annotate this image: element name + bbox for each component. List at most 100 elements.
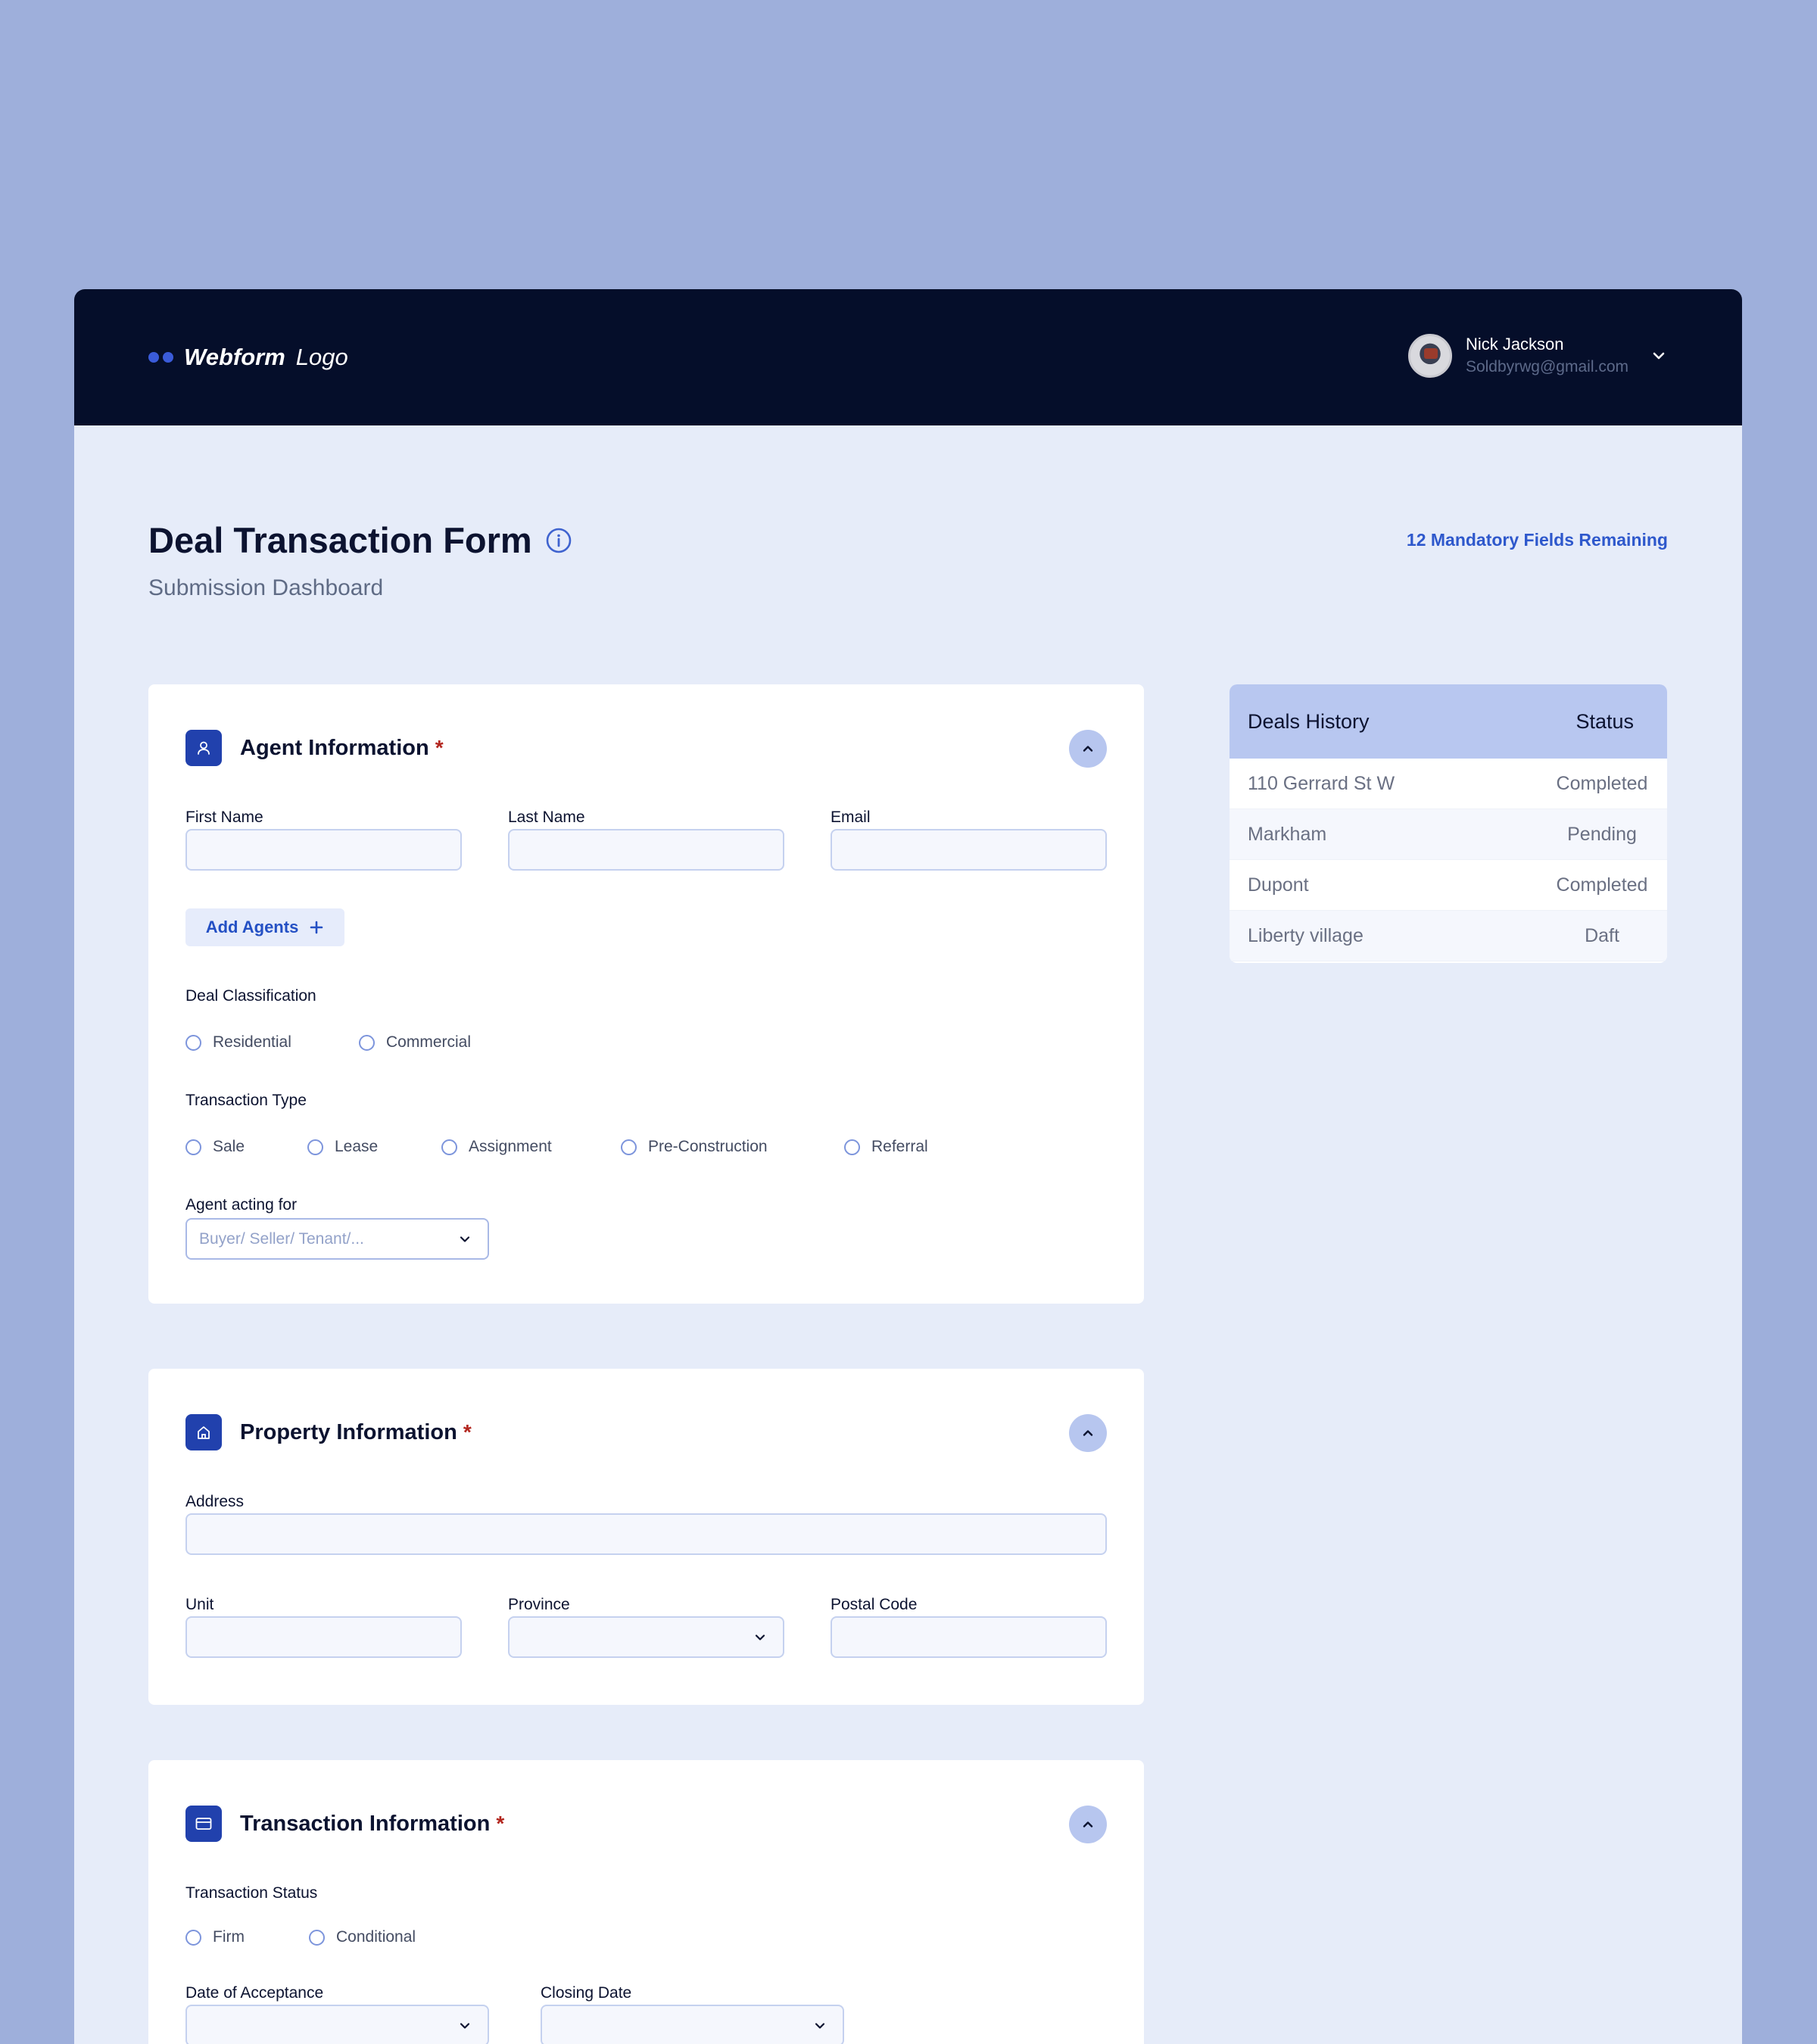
deals-history-table: Deals History Status 110 Gerrard St W Co…: [1230, 684, 1667, 963]
radio-circle[interactable]: [185, 1034, 201, 1051]
collapse-property-button[interactable]: [1069, 1414, 1107, 1452]
page-title: Deal Transaction Form: [148, 520, 532, 560]
radio-residential[interactable]: Residential: [185, 1033, 359, 1052]
deal-cell: Liberty village: [1248, 924, 1364, 946]
table-row[interactable]: Liberty village Daft: [1230, 911, 1667, 961]
status-cell: Completed: [1556, 772, 1648, 794]
property-information-card: Property Information * Address Unit Prov…: [148, 1369, 1144, 1705]
logo-text-bold: Webform: [184, 344, 285, 370]
app-window: Webform Logo Nick Jackson Soldbyrwg@gmai…: [74, 289, 1742, 2044]
radio-pre-construction[interactable]: Pre-Construction: [621, 1138, 844, 1156]
radio-referral[interactable]: Referral: [844, 1138, 928, 1156]
property-section-header: Property Information *: [185, 1414, 472, 1450]
status-cell: Pending: [1567, 823, 1637, 845]
transaction-type-group: Sale Lease Assignment Pre-Construction R…: [185, 1138, 928, 1156]
credit-card-icon: [185, 1806, 222, 1842]
select-placeholder: Buyer/ Seller/ Tenant/...: [199, 1230, 364, 1248]
top-bar: Webform Logo Nick Jackson Soldbyrwg@gmai…: [74, 289, 1742, 425]
transaction-status-group: Firm Conditional: [185, 1928, 416, 1946]
table-row[interactable]: Markham Pending: [1230, 809, 1667, 860]
closing-date-select[interactable]: [541, 2005, 844, 2044]
postal-code-input[interactable]: [831, 1616, 1107, 1658]
transaction-section-title: Transaction Information: [240, 1811, 491, 1836]
last-name-label: Last Name: [508, 809, 585, 826]
chevron-up-icon: [1083, 746, 1093, 752]
radio-lease[interactable]: Lease: [307, 1138, 441, 1156]
agent-acting-for-select[interactable]: Buyer/ Seller/ Tenant/...: [185, 1218, 489, 1260]
avatar[interactable]: [1407, 334, 1452, 378]
add-agents-label: Add Agents: [205, 918, 299, 936]
agent-section-header: Agent Information *: [185, 730, 444, 766]
collapse-transaction-button[interactable]: [1069, 1806, 1107, 1843]
plus-icon: [310, 921, 323, 934]
unit-input[interactable]: [185, 1616, 462, 1658]
email-label: Email: [831, 809, 871, 826]
radio-circle[interactable]: [844, 1139, 860, 1155]
radio-circle[interactable]: [185, 1139, 201, 1155]
home-icon: [185, 1414, 222, 1450]
transaction-type-label: Transaction Type: [185, 1092, 307, 1109]
address-input[interactable]: [185, 1513, 1107, 1555]
radio-circle[interactable]: [621, 1139, 637, 1155]
transaction-section-header: Transaction Information *: [185, 1806, 504, 1842]
transaction-status-label: Transaction Status: [185, 1884, 318, 1902]
table-row[interactable]: Dupont Completed: [1230, 860, 1667, 911]
transaction-information-card: Transaction Information * Transaction St…: [148, 1760, 1144, 2044]
chevron-down-icon[interactable]: [1650, 347, 1668, 365]
collapse-agent-button[interactable]: [1069, 730, 1107, 768]
agent-information-card: Agent Information * First Name Last Name…: [148, 684, 1144, 1304]
date-of-acceptance-select[interactable]: [185, 2005, 489, 2044]
last-name-input[interactable]: [508, 829, 784, 871]
chevron-up-icon: [1083, 1821, 1093, 1827]
chevron-down-icon: [460, 1236, 470, 1242]
postal-code-label: Postal Code: [831, 1596, 918, 1613]
user-menu[interactable]: Nick Jackson Soldbyrwg@gmail.com: [1407, 333, 1668, 379]
radio-label: Lease: [335, 1138, 379, 1155]
status-cell: Completed: [1556, 874, 1648, 896]
deal-classification-label: Deal Classification: [185, 987, 316, 1005]
radio-circle[interactable]: [359, 1034, 375, 1051]
unit-label: Unit: [185, 1596, 214, 1613]
radio-label: Pre-Construction: [648, 1138, 768, 1155]
required-mark: *: [463, 1420, 472, 1444]
table-row[interactable]: 110 Gerrard St W Completed: [1230, 759, 1667, 809]
radio-conditional[interactable]: Conditional: [309, 1928, 416, 1946]
date-of-acceptance-label: Date of Acceptance: [185, 1984, 324, 2002]
radio-commercial[interactable]: Commercial: [359, 1033, 471, 1052]
radio-circle[interactable]: [309, 1929, 325, 1946]
address-label: Address: [185, 1493, 245, 1510]
user-name: Nick Jackson: [1465, 335, 1564, 354]
radio-label: Conditional: [336, 1928, 416, 1946]
radio-assignment[interactable]: Assignment: [441, 1138, 621, 1156]
radio-circle[interactable]: [307, 1139, 323, 1155]
user-icon: [185, 730, 222, 766]
page-subtitle: Submission Dashboard: [148, 575, 384, 600]
deal-cell: Markham: [1248, 823, 1327, 845]
first-name-input[interactable]: [185, 829, 462, 871]
info-icon[interactable]: [545, 527, 572, 554]
email-input[interactable]: [831, 829, 1107, 871]
radio-firm[interactable]: Firm: [185, 1928, 309, 1946]
agent-acting-for-label: Agent acting for: [185, 1196, 298, 1214]
add-agents-button[interactable]: Add Agents: [185, 908, 344, 946]
radio-circle[interactable]: [441, 1139, 457, 1155]
radio-circle[interactable]: [185, 1929, 201, 1946]
deal-cell: 110 Gerrard St W: [1248, 772, 1395, 794]
property-section-title: Property Information: [240, 1419, 457, 1444]
deal-classification-group: Residential Commercial: [185, 1033, 471, 1052]
radio-label: Commercial: [386, 1033, 472, 1051]
user-email: Soldbyrwg@gmail.com: [1465, 358, 1628, 375]
radio-label: Sale: [213, 1138, 245, 1155]
radio-label: Firm: [213, 1928, 245, 1946]
mandatory-fields-link[interactable]: 12 Mandatory Fields Remaining: [1407, 530, 1668, 550]
agent-section-title: Agent Information: [240, 735, 429, 760]
radio-label: Referral: [871, 1138, 928, 1155]
required-mark: *: [435, 736, 444, 759]
radio-sale[interactable]: Sale: [185, 1138, 307, 1156]
province-select[interactable]: [508, 1616, 784, 1658]
table-header: Deals History Status: [1230, 684, 1667, 759]
logo[interactable]: Webform Logo: [148, 344, 348, 371]
chevron-down-icon: [815, 2023, 825, 2029]
deal-cell: Dupont: [1248, 874, 1309, 896]
chevron-down-icon: [755, 1634, 765, 1640]
